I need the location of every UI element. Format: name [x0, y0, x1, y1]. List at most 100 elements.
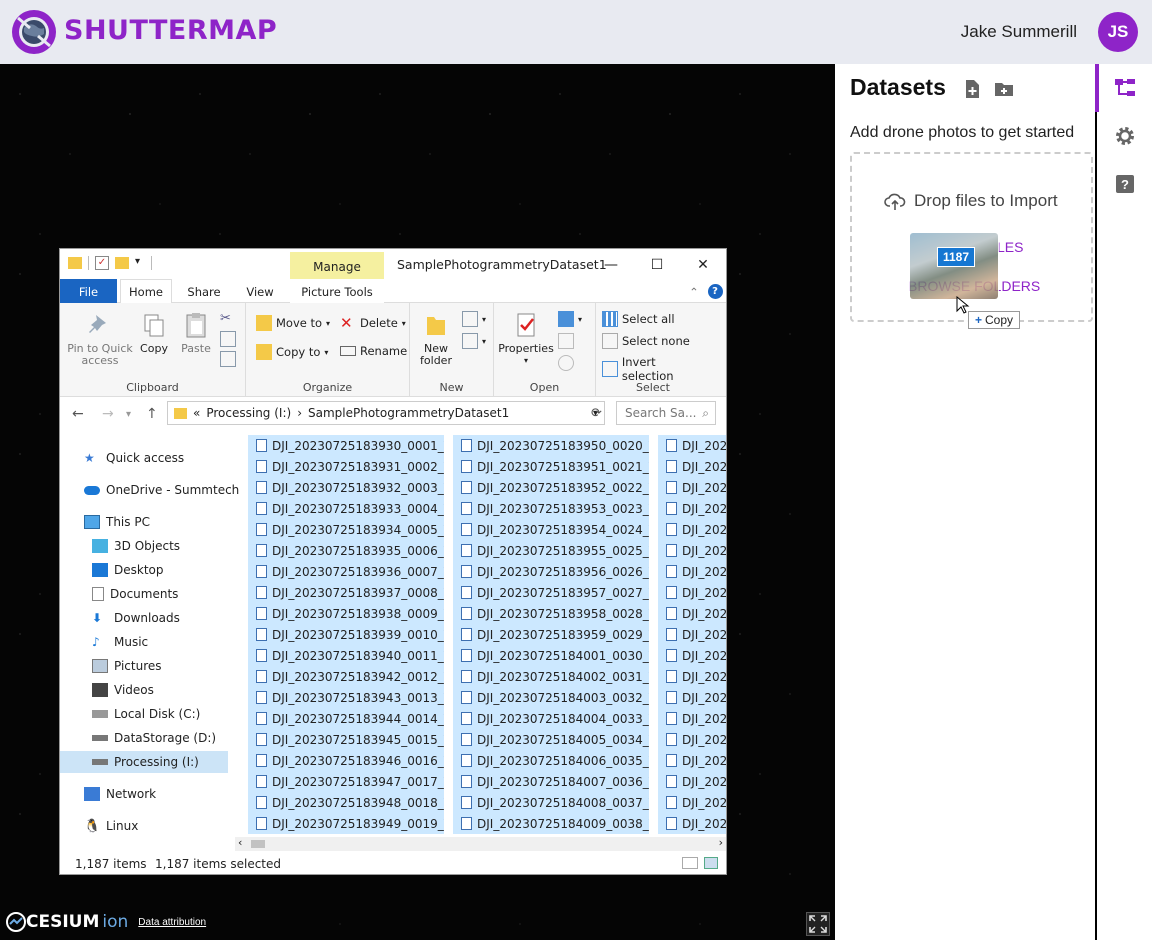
cut-button[interactable]: ✂ — [220, 311, 236, 327]
select-none-button[interactable]: Select none — [602, 333, 690, 349]
shuttermap-logo[interactable] — [10, 8, 58, 56]
file-row[interactable]: DJI_20230 — [658, 456, 726, 477]
file-row[interactable]: DJI_20230725183937_0008_V.JPG — [248, 582, 444, 603]
nav-datastorage[interactable]: DataStorage (D:) — [92, 727, 260, 749]
file-list[interactable]: DJI_20230725183930_0001_V.JPG DJI_2023072… — [240, 435, 726, 837]
file-row[interactable]: DJI_20230725183930_0001_V.JPG — [248, 435, 444, 456]
file-row[interactable]: DJI_20230 — [658, 435, 726, 456]
file-row[interactable]: DJI_20230 — [658, 603, 726, 624]
scroll-right-icon[interactable]: › — [719, 836, 723, 849]
recent-dropdown-icon[interactable]: ▾ — [126, 409, 131, 420]
nav-pictures[interactable]: Pictures — [92, 655, 260, 677]
add-file-icon[interactable] — [961, 78, 983, 100]
nav-videos[interactable]: Videos — [92, 679, 260, 701]
file-row[interactable]: DJI_20230725184002_0031_V.JPG — [453, 666, 649, 687]
file-row[interactable]: DJI_20230725184005_0034_V.JPG — [453, 729, 649, 750]
file-row[interactable]: DJI_20230725183936_0007_V.JPG — [248, 561, 444, 582]
browse-files-link[interactable]: LES — [997, 239, 1023, 255]
rename-button[interactable]: Rename — [340, 344, 407, 358]
file-row[interactable]: DJI_20230725183935_0006_V.JPG — [248, 540, 444, 561]
invert-selection-button[interactable]: Invert selection — [602, 355, 710, 383]
file-row[interactable]: DJI_20230 — [658, 645, 726, 666]
file-row[interactable]: DJI_20230725184009_0038_V.JPG — [453, 813, 649, 834]
file-row[interactable]: DJI_20230 — [658, 582, 726, 603]
nav-local-disk[interactable]: Local Disk (C:) — [92, 703, 260, 725]
file-row[interactable]: DJI_20230 — [658, 750, 726, 771]
file-row[interactable]: DJI_20230725183952_0022_V.JPG — [453, 477, 649, 498]
file-row[interactable]: DJI_20230 — [658, 729, 726, 750]
properties-check-icon[interactable]: ✓ — [95, 256, 109, 270]
file-row[interactable]: DJI_20230 — [658, 792, 726, 813]
file-row[interactable]: DJI_20230725183950_0020_V.JPG — [453, 435, 649, 456]
horizontal-scrollbar[interactable]: ‹ › — [235, 836, 726, 851]
qat-dropdown-icon[interactable]: ▾ — [135, 256, 145, 270]
file-row[interactable]: DJI_20230725183939_0010_V.JPG — [248, 624, 444, 645]
rail-datasets-button[interactable] — [1111, 74, 1139, 102]
nav-network[interactable]: Network — [84, 783, 252, 805]
file-row[interactable]: DJI_20230725184003_0032_V.JPG — [453, 687, 649, 708]
add-folder-icon[interactable] — [993, 78, 1015, 100]
file-row[interactable]: DJI_20230725183956_0026_V.JPG — [453, 561, 649, 582]
file-row[interactable]: DJI_20230725184004_0033_V.JPG — [453, 708, 649, 729]
file-row[interactable]: DJI_20230725183933_0004_V.JPG — [248, 498, 444, 519]
address-field[interactable]: « Processing (I:) › SamplePhotogrammetry… — [167, 401, 605, 425]
file-row[interactable]: DJI_20230725183940_0011_V.JPG — [248, 645, 444, 666]
nav-processing[interactable]: Processing (I:) — [60, 751, 228, 773]
avatar[interactable]: JS — [1098, 12, 1138, 52]
copy-path-button[interactable] — [220, 331, 236, 347]
move-to-button[interactable]: Move to ▾ — [256, 315, 330, 331]
tab-share[interactable]: Share — [180, 279, 228, 304]
file-row[interactable]: DJI_20230725183942_0012_V.JPG — [248, 666, 444, 687]
file-row[interactable]: DJI_20230 — [658, 477, 726, 498]
new-folder-qat-icon[interactable] — [115, 257, 129, 269]
nav-music[interactable]: ♪ Music — [92, 631, 260, 653]
breadcrumb-overflow[interactable]: « — [193, 406, 200, 420]
breadcrumb-folder[interactable]: SamplePhotogrammetryDataset1 — [308, 406, 509, 420]
file-row[interactable]: DJI_20230725183957_0027_V.JPG — [453, 582, 649, 603]
history-button[interactable] — [558, 355, 574, 371]
nav-desktop[interactable]: Desktop — [92, 559, 260, 581]
details-view-icon[interactable] — [682, 857, 698, 869]
fullscreen-button[interactable] — [806, 912, 830, 936]
maximize-button[interactable]: ☐ — [634, 254, 680, 276]
tab-picture-tools[interactable]: Picture Tools — [290, 279, 384, 304]
back-arrow-icon[interactable]: ← — [72, 406, 84, 422]
file-row[interactable]: DJI_20230 — [658, 519, 726, 540]
nav-onedrive[interactable]: OneDrive - Summtech — [84, 479, 252, 501]
nav-3d-objects[interactable]: 3D Objects — [92, 535, 260, 557]
file-row[interactable]: DJI_20230 — [658, 624, 726, 645]
file-row[interactable]: DJI_20230725183934_0005_V.JPG — [248, 519, 444, 540]
paste-shortcut-button[interactable] — [220, 351, 236, 367]
properties-button[interactable]: Properties ▾ — [498, 311, 554, 367]
large-icons-view-icon[interactable] — [704, 857, 718, 869]
file-row[interactable]: DJI_20230725183954_0024_V.JPG — [453, 519, 649, 540]
rail-settings-button[interactable] — [1111, 122, 1139, 150]
file-row[interactable]: DJI_20230 — [658, 498, 726, 519]
pin-quick-access-button[interactable]: Pin to Quick access — [66, 311, 134, 367]
close-button[interactable]: ✕ — [680, 254, 726, 276]
tab-file[interactable]: File — [60, 279, 117, 304]
scroll-thumb[interactable] — [251, 840, 265, 848]
file-row[interactable]: DJI_20230725183955_0025_V.JPG — [453, 540, 649, 561]
file-row[interactable]: DJI_20230 — [658, 687, 726, 708]
nav-downloads[interactable]: ⬇ Downloads — [92, 607, 260, 629]
file-row[interactable]: DJI_20230 — [658, 771, 726, 792]
nav-quick-access[interactable]: ★ Quick access — [84, 447, 252, 469]
ribbon-collapse-icon[interactable]: ⌃ — [684, 279, 704, 304]
tab-view[interactable]: View — [236, 279, 284, 304]
easy-access-button[interactable]: ▾ — [462, 333, 486, 349]
edit-button[interactable] — [558, 333, 574, 349]
manage-tab[interactable]: Manage — [290, 252, 384, 281]
scroll-left-icon[interactable]: ‹ — [238, 836, 242, 849]
file-row[interactable]: DJI_20230725184006_0035_V.JPG — [453, 750, 649, 771]
help-icon[interactable]: ? — [706, 279, 724, 304]
copy-to-button[interactable]: Copy to ▾ — [256, 344, 328, 360]
file-row[interactable]: DJI_20230725183959_0029_V.JPG — [453, 624, 649, 645]
refresh-icon[interactable]: ⟳ — [591, 406, 602, 421]
minimize-button[interactable]: — — [588, 254, 634, 276]
copy-button[interactable]: Copy — [136, 311, 172, 355]
data-attribution-link[interactable]: Data attribution — [138, 917, 206, 928]
up-arrow-icon[interactable]: ↑ — [146, 406, 158, 422]
tab-home[interactable]: Home — [120, 279, 172, 304]
file-row[interactable]: DJI_20230725183943_0013_V.JPG — [248, 687, 444, 708]
